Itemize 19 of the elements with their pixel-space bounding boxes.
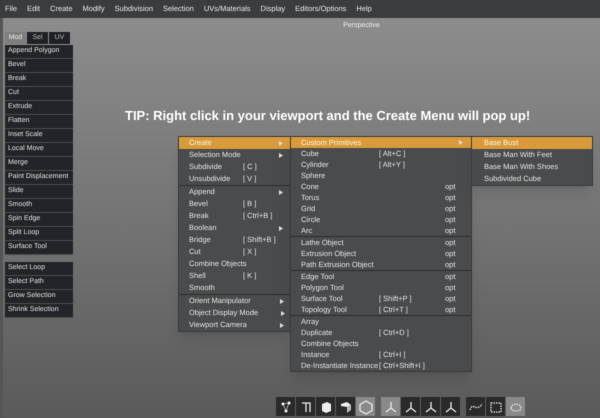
toolbar-button[interactable] xyxy=(486,397,505,416)
submenu-arrow-icon xyxy=(279,226,283,230)
submenu-arrow-icon xyxy=(279,190,283,194)
toolbar-button[interactable] xyxy=(421,397,440,416)
submenu-arrow-icon xyxy=(280,298,284,304)
submenu-arrow-icon xyxy=(281,310,285,316)
toolbar-button[interactable] xyxy=(336,397,355,416)
tip-text: TIP: Right click in your viewport and the Create Menu will pop up! xyxy=(125,108,530,123)
submenu-arrow-icon xyxy=(279,140,283,146)
toolbar-button[interactable] xyxy=(296,397,315,416)
submenu-arrow-icon xyxy=(280,322,284,328)
toolbar-button[interactable] xyxy=(401,397,420,416)
toolbar-button[interactable] xyxy=(466,397,485,416)
submenu-arrow-icon xyxy=(459,140,463,145)
hexagon-icon xyxy=(358,398,374,414)
submenu-arrow-icon xyxy=(279,152,283,158)
toolbar-button[interactable] xyxy=(316,397,335,416)
toolbar-button[interactable] xyxy=(276,397,295,416)
toolbar-button[interactable] xyxy=(441,397,460,416)
